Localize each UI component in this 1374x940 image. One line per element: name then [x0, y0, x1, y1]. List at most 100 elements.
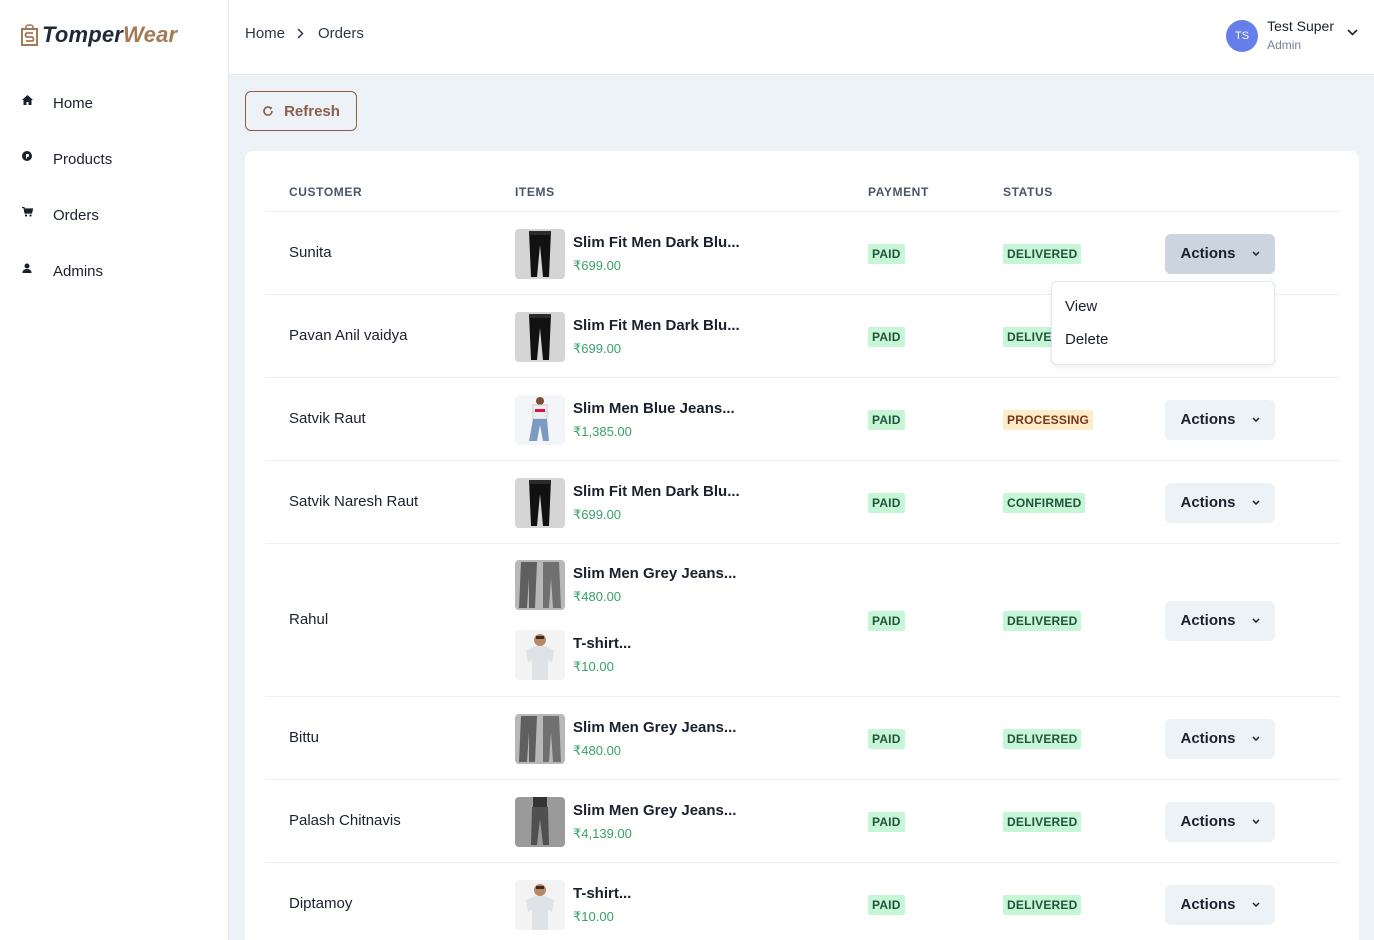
table-row: Palash Chitnavis Slim Men Grey Jeans... ₹4…: [265, 780, 1340, 863]
actions-label: Actions: [1180, 494, 1236, 511]
product-thumbnail: [515, 311, 565, 362]
actions-button[interactable]: Actions: [1165, 233, 1275, 274]
table-row: Bittu Slim Men Grey Jeans... ₹480.00 PAID DE…: [265, 697, 1340, 780]
actions-dropdown-menu: View Delete: [1051, 281, 1275, 365]
actions-label: Actions: [1180, 612, 1236, 629]
user-role: Admin: [1267, 38, 1302, 52]
item-price: ₹480.00: [573, 589, 622, 604]
sidebar-item-products[interactable]: Products: [0, 131, 228, 187]
sidebar-item-label: Home: [53, 94, 94, 112]
actions-label: Actions: [1180, 411, 1236, 428]
chevron-down-icon: [1251, 736, 1260, 741]
actions-button[interactable]: Actions: [1165, 718, 1275, 759]
item-price: ₹1,385.00: [573, 423, 632, 439]
item-info: Slim Men Grey Jeans... ₹480.00: [573, 718, 736, 760]
product-thumbnail: [515, 630, 565, 680]
chevron-down-icon: [1251, 819, 1260, 824]
customer-name: Satvik Naresh Raut: [289, 492, 419, 510]
customer-name: Rahul: [289, 610, 329, 628]
user-info: Test Super Admin: [1267, 17, 1334, 53]
brand-name-part1: Tomper: [42, 22, 124, 47]
chevron-right-icon: [297, 28, 304, 39]
user-menu[interactable]: TS Test Super Admin: [1226, 17, 1358, 53]
sidebar-item-label: Orders: [53, 206, 99, 224]
order-item: Slim Men Grey Jeans... ₹480.00: [515, 560, 736, 610]
item-info: T-shirt... ₹10.00: [573, 634, 631, 676]
payment-badge: PAID: [868, 326, 905, 347]
item-info: Slim Men Blue Jeans... ₹1,385.00: [573, 399, 735, 441]
top-header: Home Orders TS Test Super Admin: [229, 0, 1374, 75]
status-badge: PROCESSING: [1003, 409, 1094, 430]
payment-badge: PAID: [868, 492, 905, 513]
brand-logo[interactable]: Tomper Wear: [20, 22, 177, 48]
payment-badge: PAID: [868, 894, 905, 915]
avatar: TS: [1226, 20, 1259, 52]
item-name: T-shirt...: [573, 884, 632, 902]
payment-badge: PAID: [868, 243, 905, 264]
user-icon: [20, 261, 34, 275]
sidebar-item-orders[interactable]: Orders: [0, 187, 228, 243]
status-badge: DELIVERED: [1003, 728, 1082, 749]
customer-name: Bittu: [289, 728, 320, 746]
actions-button[interactable]: Actions: [1165, 600, 1275, 641]
menu-item-delete[interactable]: Delete: [1052, 323, 1274, 356]
payment-badge: PAID: [868, 610, 905, 631]
table-header: CUSTOMER ITEMS PAYMENT STATUS: [265, 171, 1340, 212]
item-price: ₹10.00: [573, 659, 614, 674]
sidebar-item-home[interactable]: Home: [0, 75, 228, 131]
item-name: Slim Men Blue Jeans...: [573, 399, 735, 417]
actions-button[interactable]: Actions: [1165, 884, 1275, 925]
order-item: Slim Fit Men Dark Blu... ₹699.00: [515, 311, 740, 362]
product-thumbnail: [515, 394, 565, 445]
user-name: Test Super: [1267, 18, 1334, 34]
actions-label: Actions: [1180, 813, 1236, 830]
order-item: Slim Men Blue Jeans... ₹1,385.00: [515, 394, 735, 445]
item-name: Slim Fit Men Dark Blu...: [573, 233, 740, 251]
menu-item-view[interactable]: View: [1052, 290, 1274, 323]
column-header-items: ITEMS: [515, 185, 555, 199]
item-price: ₹699.00: [573, 340, 622, 356]
actions-button[interactable]: Actions: [1165, 482, 1275, 523]
sidebar-nav: Home Products Orders Admins: [0, 75, 228, 299]
product-icon: [20, 149, 34, 163]
product-thumbnail: [515, 560, 565, 610]
order-item: T-shirt... ₹10.00: [515, 879, 631, 930]
item-name: Slim Men Grey Jeans...: [573, 801, 737, 819]
customer-name: Sunita: [289, 243, 332, 261]
item-name: Slim Fit Men Dark Blu...: [573, 316, 740, 334]
refresh-icon: [262, 105, 274, 117]
order-item: Slim Fit Men Dark Blu... ₹699.00: [515, 228, 740, 279]
status-badge: DELIVERED: [1003, 243, 1082, 264]
item-name: T-shirt...: [573, 635, 632, 652]
item-name: Slim Men Grey Jeans...: [573, 718, 737, 736]
item-price: ₹699.00: [573, 506, 622, 522]
item-name: Slim Fit Men Dark Blu...: [573, 482, 740, 500]
item-info: Slim Men Grey Jeans... ₹480.00: [573, 564, 736, 606]
table-row: Satvik Raut Slim Men Blue Jeans... ₹1,385.…: [265, 378, 1340, 461]
sidebar: Tomper Wear Home Products Orders Admins: [0, 0, 229, 940]
breadcrumb: Home Orders: [245, 25, 364, 42]
sidebar-item-label: Admins: [53, 262, 104, 280]
sidebar-item-admins[interactable]: Admins: [0, 243, 228, 299]
item-price: ₹699.00: [573, 257, 622, 273]
chevron-down-icon: [1251, 618, 1260, 623]
product-thumbnail: [515, 713, 565, 764]
item-price: ₹10.00: [573, 908, 614, 924]
item-price: ₹480.00: [573, 742, 622, 758]
breadcrumb-home-link[interactable]: Home: [245, 25, 285, 42]
item-info: T-shirt... ₹10.00: [573, 884, 631, 926]
refresh-button[interactable]: Refresh: [245, 91, 357, 131]
item-info: Slim Fit Men Dark Blu... ₹699.00: [573, 316, 740, 358]
orders-table-card: CUSTOMER ITEMS PAYMENT STATUS Sunita Slim…: [245, 151, 1359, 940]
table-row: Diptamoy T-shirt... ₹10.00 PAID DELIVERED Act…: [265, 863, 1340, 940]
chevron-down-icon: [1251, 902, 1260, 907]
status-badge: DELIVERED: [1003, 610, 1082, 631]
actions-button[interactable]: Actions: [1165, 399, 1275, 440]
status-badge: DELIVERED: [1003, 811, 1082, 832]
column-header-customer: CUSTOMER: [289, 185, 363, 199]
order-item: T-shirt... ₹10.00: [515, 630, 631, 680]
actions-button[interactable]: Actions: [1165, 801, 1275, 842]
product-thumbnail: [515, 228, 565, 279]
customer-name: Palash Chitnavis: [289, 811, 401, 829]
order-item: Slim Fit Men Dark Blu... ₹699.00: [515, 477, 740, 528]
